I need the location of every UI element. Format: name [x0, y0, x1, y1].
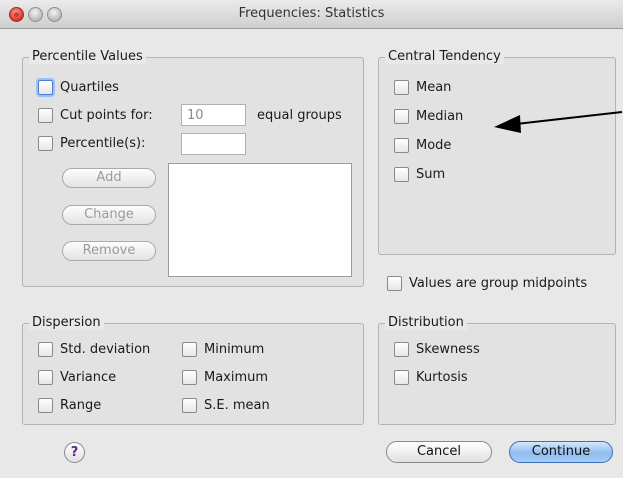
annotation-arrow-shaft — [515, 111, 623, 125]
annotation-arrow-icon — [494, 111, 623, 133]
annotation-arrow-head — [494, 115, 521, 133]
